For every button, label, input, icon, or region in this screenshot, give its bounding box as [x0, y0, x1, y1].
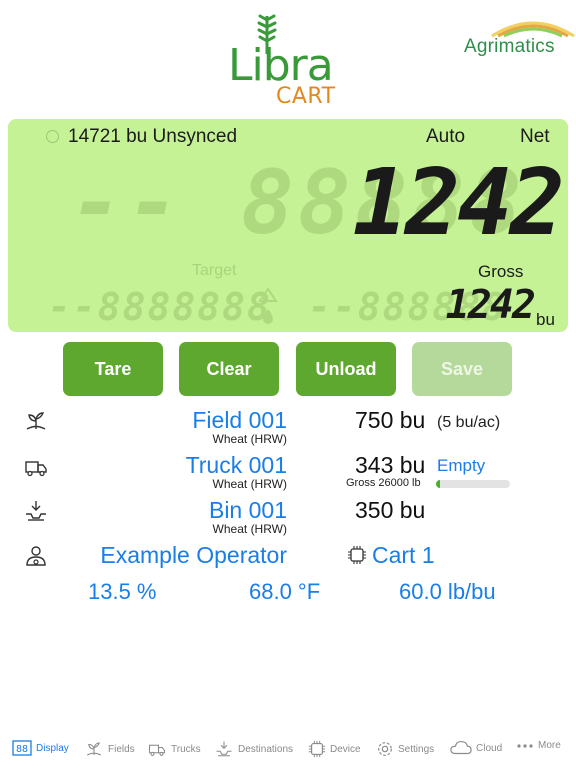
- agrimatics-logo: Agrimatics: [462, 14, 575, 62]
- tab-display[interactable]: 88 Display: [12, 740, 69, 756]
- bottom-tab-bar: 88 Display Fields Trucks Destinations De…: [0, 736, 576, 766]
- truck-fill-progress: [436, 480, 510, 488]
- unsynced-total[interactable]: 14721 bu Unsynced: [68, 126, 237, 148]
- field-crop: Wheat (HRW): [212, 432, 287, 446]
- tab-device[interactable]: Device: [308, 740, 361, 758]
- sync-status-icon: [46, 130, 59, 143]
- clear-button[interactable]: Clear: [179, 342, 279, 396]
- net-mode-label[interactable]: Net: [520, 126, 550, 148]
- field-amount: 750 bu: [355, 407, 426, 433]
- display-icon: 88: [12, 740, 32, 756]
- temperature-value[interactable]: 68.0 °F: [249, 579, 320, 605]
- bin-destination-icon: [26, 501, 46, 521]
- trucks-icon: [148, 744, 166, 756]
- gross-label: Gross: [478, 262, 524, 281]
- auto-mode-label[interactable]: Auto: [426, 126, 465, 148]
- tab-label: Display: [36, 742, 69, 754]
- fields-icon: [86, 742, 102, 756]
- truck-name[interactable]: Truck 001: [150, 452, 287, 479]
- target-label: Target: [192, 262, 237, 279]
- operator-name[interactable]: Example Operator: [90, 542, 287, 569]
- tare-button[interactable]: Tare: [63, 342, 163, 396]
- tab-label: Settings: [398, 743, 435, 755]
- tab-label: Destinations: [238, 743, 294, 755]
- truck-icon: [25, 461, 47, 477]
- segment-ghost-target: --8888888: [48, 285, 272, 329]
- bin-crop: Wheat (HRW): [212, 522, 287, 536]
- moisture-indicator-icon: [258, 287, 278, 324]
- tab-label: More: [538, 740, 561, 751]
- truck-gross: Gross 26000 lb: [346, 477, 421, 489]
- bin-amount: 350 bu: [355, 497, 426, 523]
- cloud-icon: [450, 740, 472, 755]
- more-icon: [517, 743, 533, 748]
- field-plant-icon: [26, 412, 46, 430]
- tab-label: Device: [330, 743, 361, 755]
- truck-status[interactable]: Empty: [437, 456, 485, 476]
- tab-label: Cloud: [476, 742, 503, 754]
- tab-label: Fields: [108, 743, 135, 755]
- test-weight-value[interactable]: 60.0 lb/bu: [399, 579, 496, 605]
- unload-button[interactable]: Unload: [296, 342, 396, 396]
- cart-device-icon: [348, 546, 366, 564]
- scale-display-panel: 14721 bu Unsynced Auto Net -- 88888 1242…: [8, 119, 568, 332]
- tab-trucks[interactable]: Trucks: [147, 740, 201, 758]
- destinations-icon: [216, 741, 232, 757]
- tab-destinations[interactable]: Destinations: [214, 740, 293, 758]
- moisture-value[interactable]: 13.5 %: [88, 579, 157, 605]
- truck-fill-bar: [436, 480, 441, 488]
- tab-more[interactable]: More: [516, 740, 561, 751]
- operator-icon: [26, 546, 46, 566]
- tab-settings[interactable]: Settings: [376, 740, 434, 758]
- tab-fields[interactable]: Fields: [84, 740, 135, 758]
- field-rate: (5 bu/ac): [437, 414, 501, 431]
- tab-label: Trucks: [171, 743, 201, 755]
- field-name[interactable]: Field 001: [150, 407, 287, 434]
- cart-wordmark: CART: [276, 84, 336, 109]
- gross-unit: bu: [536, 310, 555, 329]
- tab-cloud[interactable]: Cloud: [450, 740, 502, 756]
- device-icon: [308, 740, 326, 758]
- settings-icon: [378, 742, 392, 756]
- main-weight-readout: 1242: [352, 149, 565, 256]
- agrimatics-wordmark: Agrimatics: [464, 36, 555, 57]
- truck-amount: 343 bu: [355, 452, 426, 478]
- cart-name[interactable]: Cart 1: [372, 542, 435, 569]
- bin-name[interactable]: Bin 001: [150, 497, 287, 524]
- truck-crop: Wheat (HRW): [212, 477, 287, 491]
- libra-cart-logo: Libra CART: [228, 14, 348, 109]
- save-button[interactable]: Save: [412, 342, 512, 396]
- sunrise-icon: [491, 21, 575, 38]
- gross-weight-readout: 1242: [445, 282, 536, 328]
- svg-text:88: 88: [16, 744, 28, 755]
